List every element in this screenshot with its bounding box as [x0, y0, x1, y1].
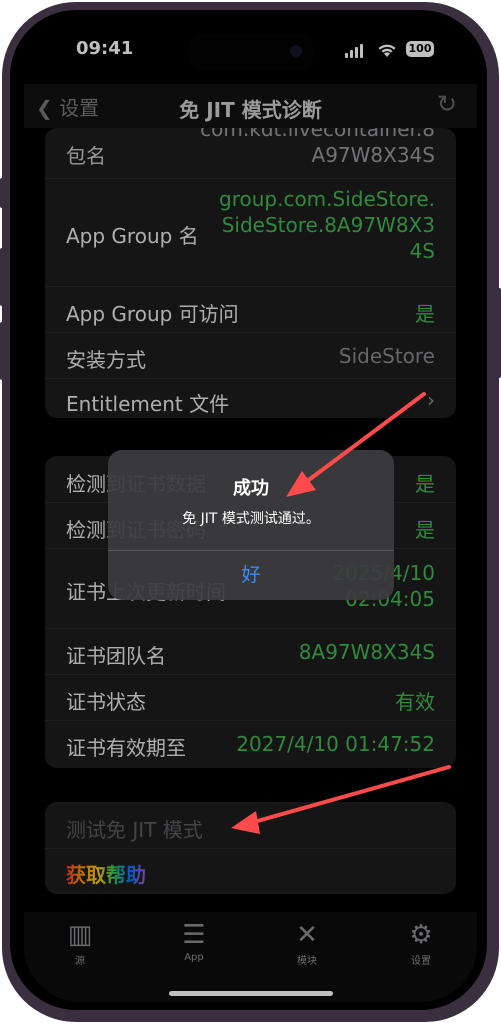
arrowhead-icon — [231, 811, 260, 834]
volume-down-button — [0, 322, 4, 380]
arrowhead-icon — [286, 471, 316, 497]
annotation-arrows — [231, 392, 451, 834]
volume-up-button — [0, 248, 4, 306]
arrow-to-test-button — [252, 765, 451, 824]
screen: 09:41 100 ❮ 设置 免 JIT 模式诊断 ↻ 包名 com.kdt.l… — [24, 22, 477, 1002]
power-button — [497, 288, 501, 378]
arrow-to-alert — [304, 392, 426, 484]
action-button — [0, 178, 4, 208]
